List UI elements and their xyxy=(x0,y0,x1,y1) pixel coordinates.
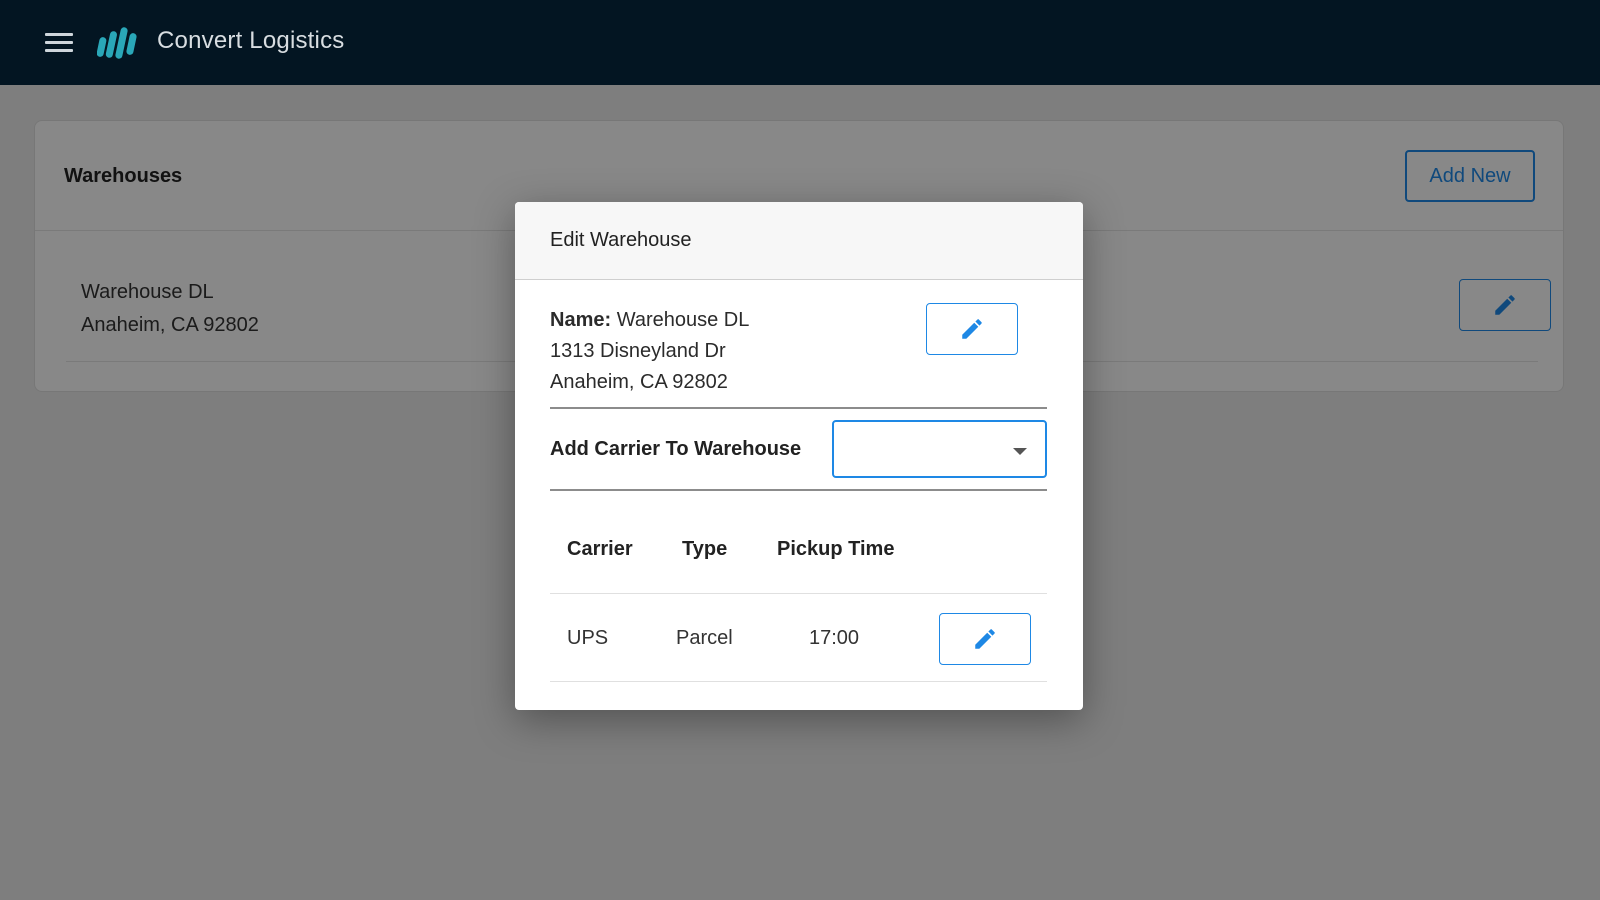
warehouse-name-line: Name: Warehouse DL xyxy=(550,305,930,336)
convert-logo-icon xyxy=(97,27,137,59)
edit-warehouse-modal: Edit Warehouse Name: Warehouse DL 1313 D… xyxy=(515,202,1083,710)
divider xyxy=(550,407,1047,409)
chevron-down-icon xyxy=(1013,448,1027,455)
hamburger-menu-icon[interactable] xyxy=(45,33,73,53)
modal-title: Edit Warehouse xyxy=(550,229,692,251)
address-line-1: 1313 Disneyland Dr xyxy=(550,340,726,362)
cell-type: Parcel xyxy=(676,627,733,649)
cell-carrier: UPS xyxy=(567,627,609,649)
name-value: Warehouse DL xyxy=(616,309,750,331)
pencil-icon xyxy=(975,629,995,649)
app-title: Convert Logistics xyxy=(157,27,345,54)
pencil-icon xyxy=(962,319,982,339)
top-app-bar: Convert Logistics xyxy=(0,0,1600,85)
warehouse-info: Name: Warehouse DL 1313 Disneyland Dr An… xyxy=(550,305,930,398)
add-carrier-label: Add Carrier To Warehouse xyxy=(550,438,802,460)
address-line-2: Anaheim, CA 92802 xyxy=(550,371,728,393)
column-header-pickup-time: Pickup Time xyxy=(777,538,895,560)
divider xyxy=(550,489,1047,491)
edit-name-button[interactable] xyxy=(926,303,1018,355)
carrier-select[interactable] xyxy=(832,420,1047,478)
modal-header: Edit Warehouse xyxy=(515,202,1083,280)
column-header-carrier: Carrier xyxy=(567,538,633,560)
name-label: Name: xyxy=(550,309,612,331)
table-row-divider xyxy=(550,681,1047,682)
edit-carrier-button[interactable] xyxy=(939,613,1031,665)
cell-pickup-time: 17:00 xyxy=(809,627,860,649)
column-header-type: Type xyxy=(682,538,728,560)
table-row-divider xyxy=(550,593,1047,594)
